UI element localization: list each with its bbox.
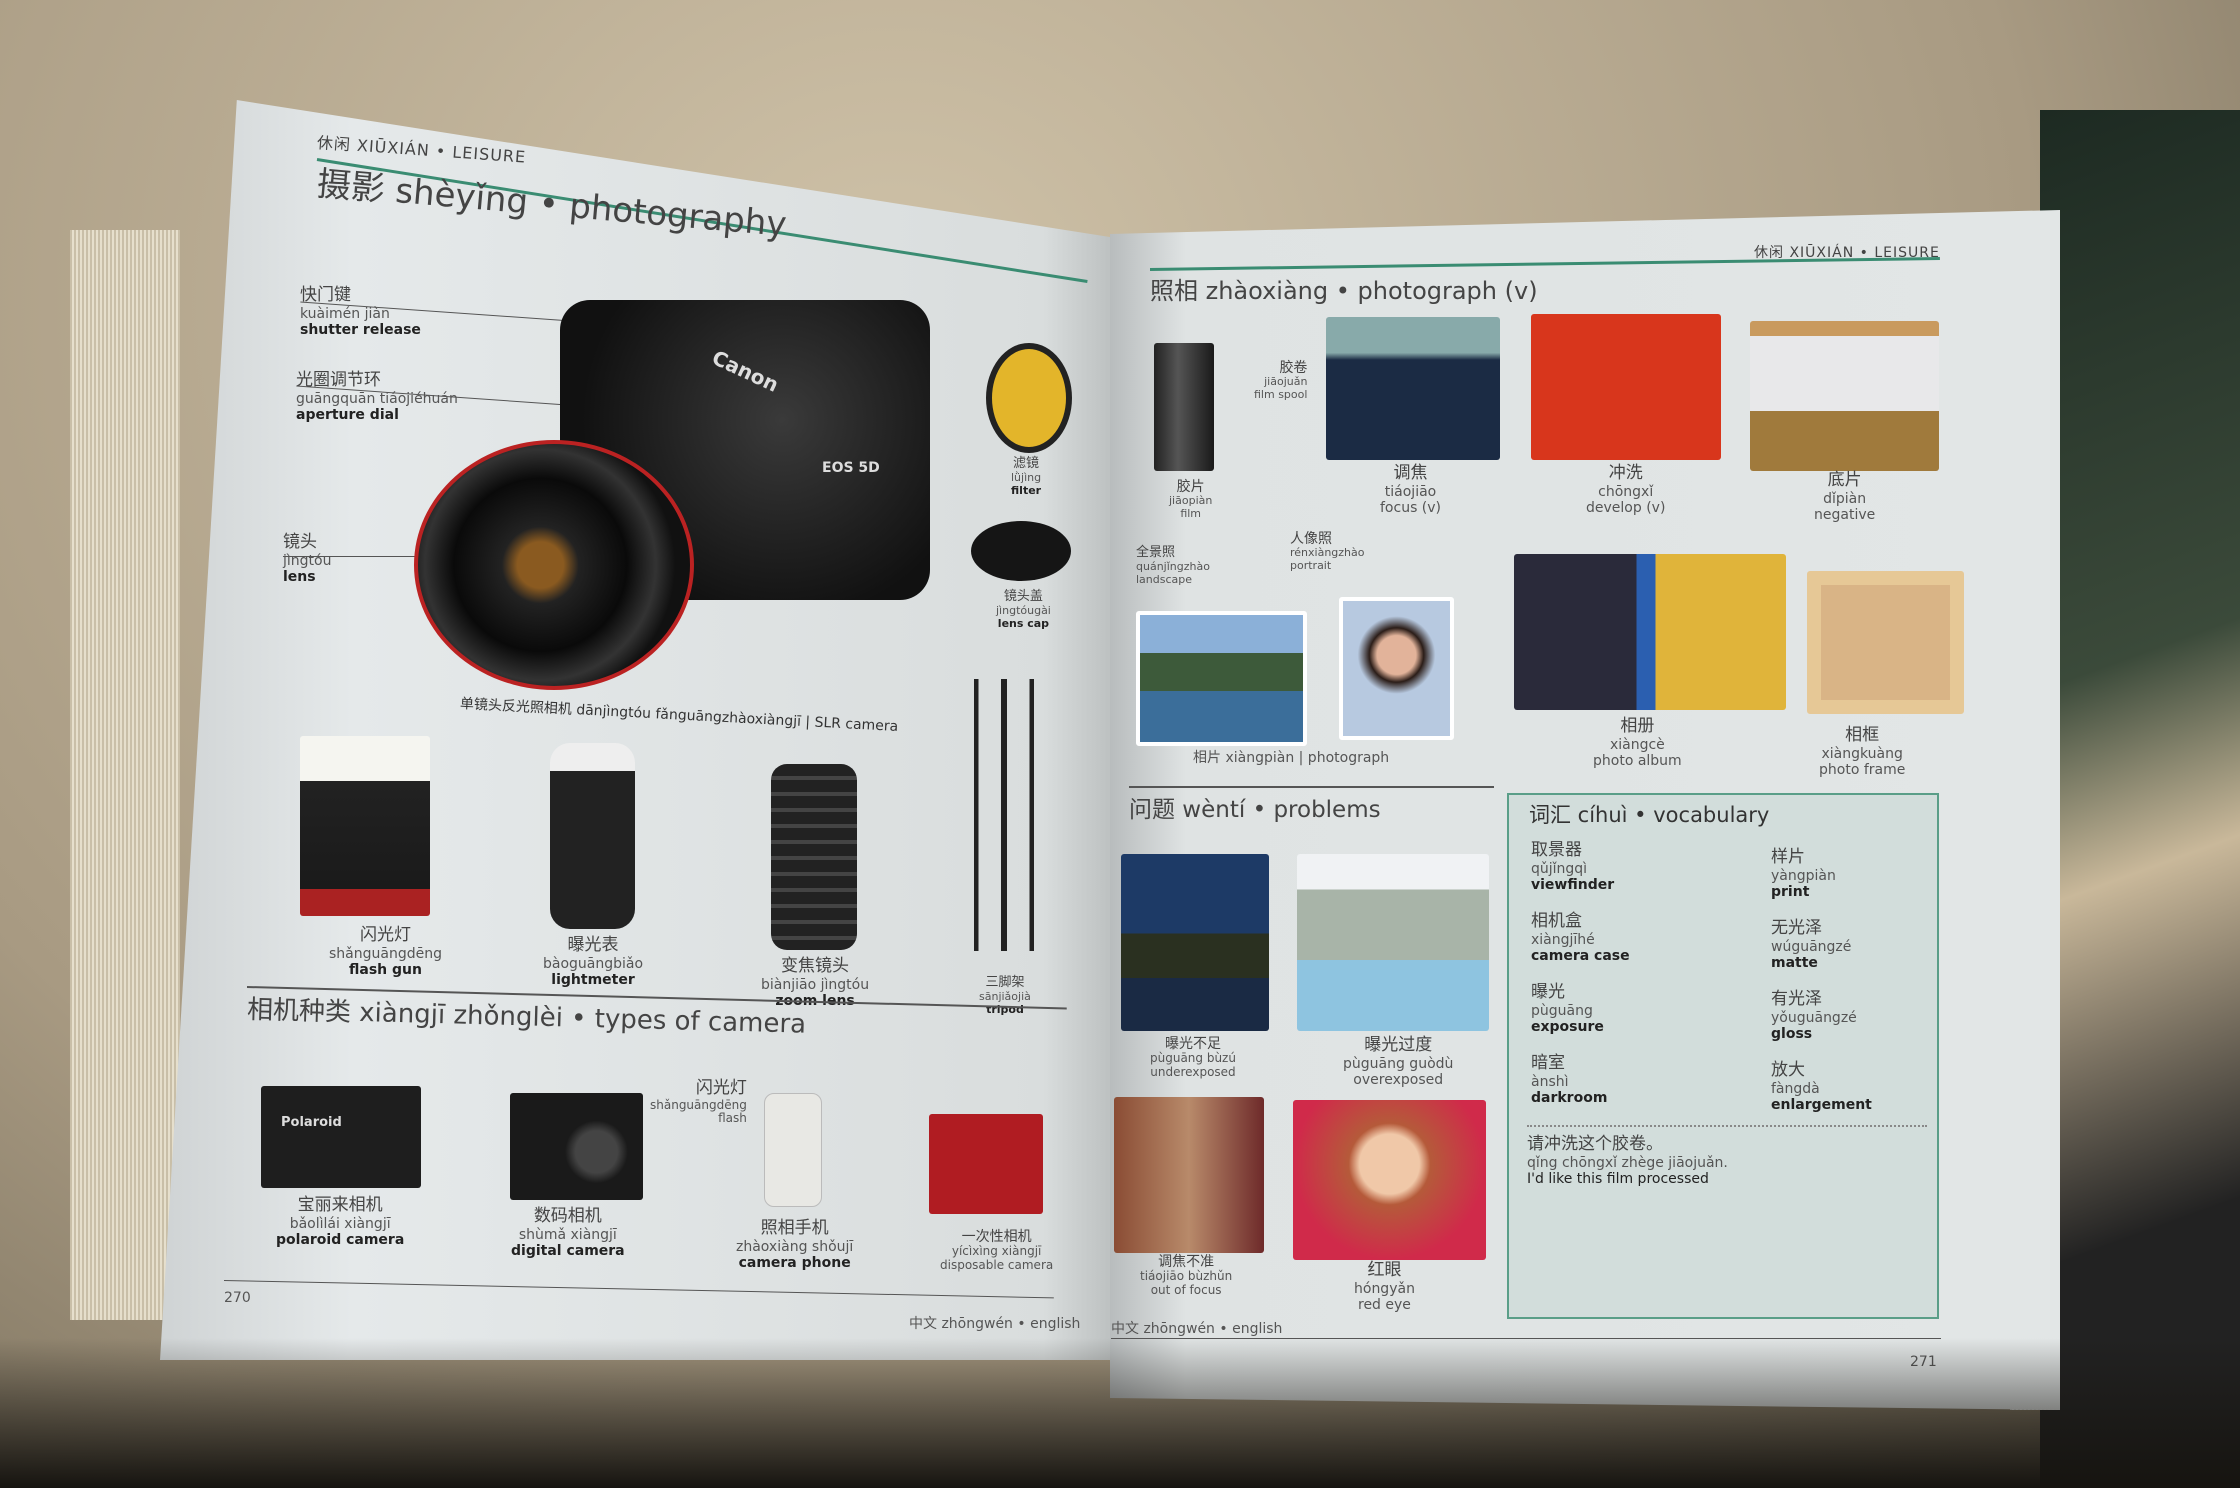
- page-number-270: 270: [224, 1290, 251, 1306]
- vocab-item: 放大 fàngdà enlargement: [1771, 1060, 1872, 1113]
- photograph-heading: 照相 zhàoxiàng • photograph (v): [1150, 277, 1538, 305]
- label-shutter-release: 快门键 kuàimén jiàn shutter release: [300, 285, 421, 338]
- vocab-item: 取景器 qǔjǐngqì viewfinder: [1531, 840, 1615, 893]
- label-film-spool: 胶卷 jiāojuǎn film spool: [1254, 360, 1308, 401]
- overexposed-photo: [1297, 854, 1489, 1031]
- label-develop: 冲洗 chōngxǐ develop (v): [1586, 463, 1666, 516]
- left-footer: 中文 zhōngwén • english: [909, 1316, 1081, 1332]
- problems-heading: 问题 wèntí • problems: [1129, 797, 1381, 823]
- zoom-lens-image: [771, 764, 857, 950]
- left-page-edges: [70, 230, 180, 1320]
- label-polaroid-camera: 宝丽来相机 bǎolìlái xiàngjī polaroid camera: [276, 1195, 405, 1248]
- label-aperture-dial: 光圈调节环 guāngquān tiáojiéhuán aperture dial: [296, 370, 458, 423]
- lightmeter-image: [550, 743, 635, 929]
- label-disposable-camera: 一次性相机 yícìxìng xiàngjī disposable camera: [940, 1229, 1054, 1272]
- polaroid-camera-image: Polaroid: [261, 1086, 421, 1188]
- label-focus: 调焦 tiáojiāo focus (v): [1380, 463, 1442, 516]
- negative-image: [1750, 321, 1939, 471]
- lens-image: [414, 440, 694, 690]
- label-lens-cap: 镜头盖 jìngtóugài lens cap: [996, 589, 1051, 630]
- label-camera-phone: 照相手机 zhàoxiàng shǒujī camera phone: [736, 1218, 854, 1271]
- photo-frame-image: [1807, 571, 1964, 714]
- camera-phone-image: [764, 1093, 822, 1207]
- landscape-photo: [1136, 611, 1307, 746]
- vocab-item: 无光泽 wúguāngzé matte: [1771, 918, 1852, 971]
- tripod-image: [929, 679, 1079, 951]
- digital-camera-image: [510, 1093, 643, 1200]
- camera-brand: Canon: [708, 345, 783, 397]
- vocab-phrase: 请冲洗这个胶卷。 qǐng chōngxǐ zhège jiāojuǎn. I'd …: [1527, 1134, 1728, 1187]
- label-lightmeter: 曝光表 bàoguāngbiǎo lightmeter: [543, 935, 644, 988]
- label-red-eye: 红眼 hóngyǎn red eye: [1354, 1260, 1415, 1313]
- label-landscape: 全景照 quánjǐngzhào landscape: [1136, 545, 1210, 586]
- vocab-item: 暗室 ànshì darkroom: [1531, 1053, 1608, 1106]
- develop-image: [1531, 314, 1721, 460]
- label-flash-gun: 闪光灯 shǎnguāngdēng flash gun: [329, 925, 442, 978]
- polaroid-brand: Polaroid: [281, 1115, 342, 1130]
- label-out-of-focus: 调焦不准 tiáojiāo bùzhǔn out of focus: [1140, 1254, 1233, 1297]
- label-negative: 底片 dǐpiàn negative: [1814, 470, 1876, 523]
- lens-cap-image: [971, 521, 1071, 581]
- label-filter: 滤镜 lǜjìng filter: [1011, 456, 1042, 497]
- rug-background: [2040, 110, 2240, 1488]
- portrait-photo: [1339, 597, 1454, 740]
- vocab-item: 曝光 pùguāng exposure: [1531, 982, 1604, 1035]
- flash-gun-image: [300, 736, 430, 916]
- vocabulary-heading: 词汇 cíhuì • vocabulary: [1529, 803, 1770, 827]
- filter-image: [986, 343, 1072, 453]
- label-film: 胶片 jiāopiàn film: [1169, 479, 1213, 520]
- label-portrait: 人像照 rénxiàngzhào portrait: [1290, 531, 1365, 572]
- label-digital-camera: 数码相机 shùmǎ xiàngjī digital camera: [511, 1206, 625, 1259]
- leader-line: [283, 556, 423, 557]
- dotted-divider: [1527, 1125, 1927, 1127]
- red-eye-photo: [1293, 1100, 1486, 1260]
- film-spool-image: [1154, 343, 1214, 471]
- label-photo-frame: 相框 xiàngkuàng photo frame: [1819, 725, 1906, 778]
- section-divider: [1129, 786, 1494, 788]
- label-tripod: 三脚架 sānjiǎojià tripod: [979, 975, 1031, 1016]
- label-lens: 镜头 jìngtóu lens: [283, 532, 332, 585]
- vocab-item: 样片 yàngpiàn print: [1771, 847, 1836, 900]
- vocab-item: 相机盒 xiàngjīhé camera case: [1531, 911, 1630, 964]
- out-of-focus-photo: [1114, 1097, 1264, 1253]
- right-footer: 中文 zhōngwén • english: [1111, 1321, 1283, 1337]
- photograph-caption: 相片 xiàngpiàn | photograph: [1193, 750, 1390, 766]
- underexposed-photo: [1121, 854, 1269, 1031]
- label-overexposed: 曝光过度 pùguāng guòdù overexposed: [1343, 1035, 1454, 1088]
- disposable-camera-image: [929, 1114, 1043, 1214]
- vocab-item: 有光泽 yǒuguāngzé gloss: [1771, 989, 1857, 1042]
- shadow: [0, 1338, 2240, 1488]
- camera-model: EOS 5D: [822, 460, 880, 476]
- label-flash: 闪光灯 shǎnguāngdēng flash: [650, 1078, 747, 1126]
- vocabulary-box: 词汇 cíhuì • vocabulary 取景器 qǔjǐngqì viewfin…: [1507, 793, 1939, 1319]
- photo-album-image: [1514, 554, 1786, 710]
- label-photo-album: 相册 xiàngcè photo album: [1593, 716, 1682, 769]
- label-underexposed: 曝光不足 pùguāng bùzú underexposed: [1150, 1036, 1236, 1079]
- photographer-image: [1326, 317, 1500, 460]
